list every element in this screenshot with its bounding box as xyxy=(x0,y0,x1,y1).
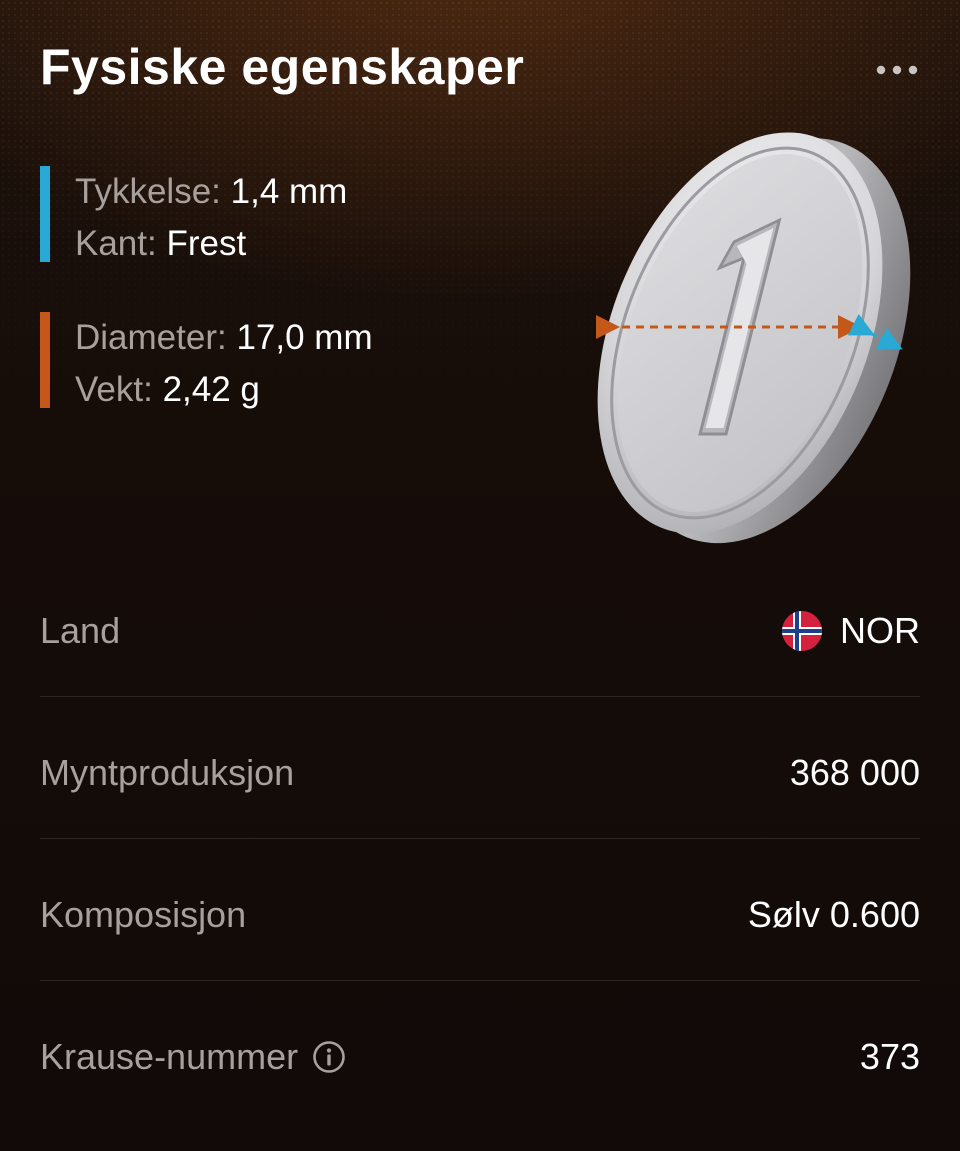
mintage-value: 368 000 xyxy=(789,752,920,793)
coin-illustration xyxy=(596,132,911,544)
krause-label: Krause-nummer xyxy=(40,1036,299,1077)
diameter-value: 17,0 mm xyxy=(236,318,373,357)
weight-line: Vekt: 2,42 g xyxy=(75,364,373,416)
thickness-color-bar xyxy=(40,166,50,262)
edge-label: Kant: xyxy=(75,224,157,263)
thickness-label: Tykkelse: xyxy=(75,172,221,211)
thickness-line: Tykkelse: 1,4 mm xyxy=(75,166,347,218)
info-icon[interactable] xyxy=(312,1040,346,1074)
weight-value: 2,42 g xyxy=(162,370,260,409)
krause-value: 373 xyxy=(859,1036,920,1077)
detail-row-composition[interactable]: Komposisjon Sølv 0.600 xyxy=(40,844,920,986)
more-options-button[interactable] xyxy=(870,52,924,88)
composition-label: Komposisjon xyxy=(40,894,247,935)
ellipsis-icon xyxy=(876,65,918,75)
diameter-line: Diameter: 17,0 mm xyxy=(75,312,373,364)
divider xyxy=(40,838,920,839)
detail-row-country[interactable]: Land NOR xyxy=(40,560,920,702)
composition-value: Sølv 0.600 xyxy=(747,894,920,935)
diameter-color-bar xyxy=(40,312,50,408)
mintage-label: Myntproduksjon xyxy=(40,752,295,793)
detail-row-mintage[interactable]: Myntproduksjon 368 000 xyxy=(40,702,920,844)
edge-line: Kant: Frest xyxy=(75,218,347,270)
country-value: NOR xyxy=(840,610,920,651)
divider xyxy=(40,980,920,981)
norway-flag-icon xyxy=(782,611,822,651)
country-label: Land xyxy=(40,610,121,651)
edge-value: Frest xyxy=(166,224,247,263)
diameter-label: Diameter: xyxy=(75,318,227,357)
detail-row-krause[interactable]: Krause-nummer 373 xyxy=(40,986,920,1128)
weight-label: Vekt: xyxy=(75,370,153,409)
thickness-value: 1,4 mm xyxy=(230,172,348,211)
divider xyxy=(40,696,920,697)
page-title: Fysiske egenskaper xyxy=(40,39,525,95)
